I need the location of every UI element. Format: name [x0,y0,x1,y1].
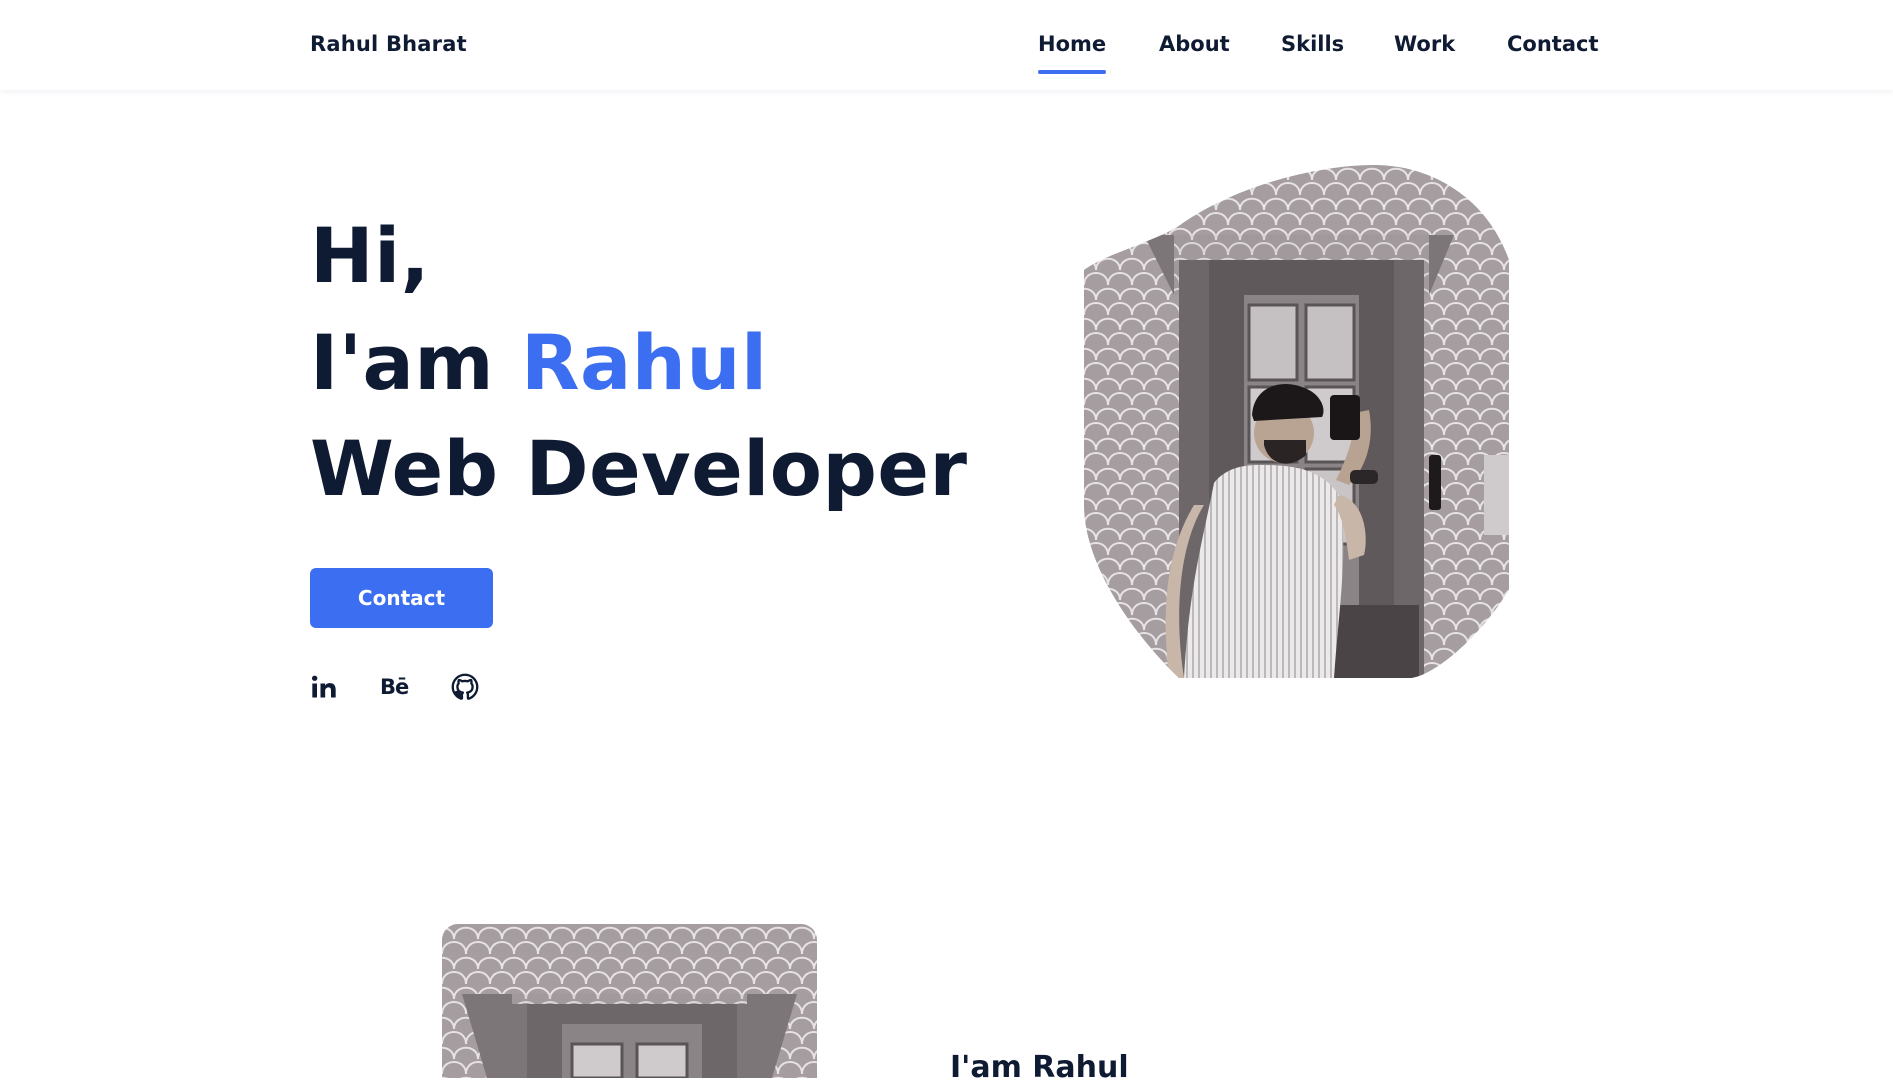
nav-about[interactable]: About [1159,32,1230,56]
hero-intro-prefix: I'am [310,318,521,407]
profile-photo [1084,165,1509,678]
linkedin-icon[interactable] [310,672,338,702]
hero-name: Rahul [520,318,768,407]
hero-greeting: Hi, [310,211,431,300]
github-icon[interactable] [451,672,479,702]
nav-home[interactable]: Home [1038,32,1107,74]
site-header: Rahul Bharat Home About Skills Work Cont… [0,0,1893,90]
nav-contact[interactable]: Contact [1507,32,1599,56]
hero-role: Web Developer [310,424,968,513]
nav-skills[interactable]: Skills [1281,32,1344,56]
about-heading: I'am Rahul [950,1050,1129,1085]
about-photo [442,924,817,1078]
behance-icon[interactable]: Bē [380,672,409,702]
nav-work[interactable]: Work [1394,32,1455,56]
hero-intro: I'am Rahul [310,325,768,401]
contact-button[interactable]: Contact [310,568,493,628]
main-nav: Home About Skills Work Contact [0,32,1893,76]
